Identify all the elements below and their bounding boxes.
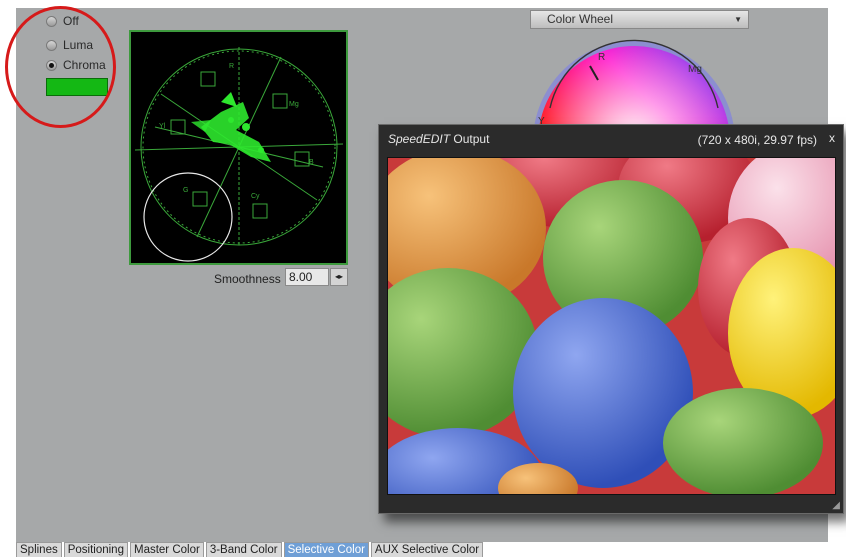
scope-target-box <box>170 119 186 135</box>
color-wheel[interactable]: R Mg Y <box>530 38 746 130</box>
balloon-blue-center <box>513 298 693 488</box>
scope-label-mg: Mg <box>289 101 299 108</box>
smoothness-label: Smoothness <box>214 272 281 286</box>
scope-label-b: B <box>309 159 314 166</box>
output-title-app: SpeedEDIT <box>388 132 451 146</box>
resize-grip-icon[interactable]: ◢ <box>832 500 840 511</box>
annotation-red-circle <box>5 6 116 128</box>
output-window-title: SpeedEDIT Output <box>388 132 489 146</box>
chevron-down-icon: ▼ <box>734 15 742 24</box>
output-window[interactable]: SpeedEDIT Output (720 x 480i, 29.97 fps)… <box>378 124 844 514</box>
wheel-label-mg: Mg <box>688 64 702 75</box>
scope-target-box <box>192 191 208 207</box>
scope-label-g: G <box>183 187 188 194</box>
color-wheel-graphic: R Mg Y <box>533 39 735 130</box>
scope-target-box <box>200 71 216 87</box>
balloon-green-bottom <box>663 388 823 494</box>
video-frame <box>387 157 836 495</box>
scope-target-box <box>272 93 288 109</box>
wheel-saturation <box>538 46 730 130</box>
scope-label-cy: Cy <box>251 193 260 200</box>
output-title-rest: Output <box>450 132 490 146</box>
balloons-image <box>388 158 835 494</box>
scope-label-r: R <box>229 63 234 70</box>
smoothness-spinner-icon[interactable]: ◂▸ <box>330 268 348 286</box>
smoothness-input[interactable]: 8.00 <box>285 268 329 286</box>
scope-chroma-trace <box>191 92 271 162</box>
wheel-label-r: R <box>598 52 605 63</box>
output-resolution: (720 x 480i, 29.97 fps) <box>697 133 817 147</box>
color-mode-dropdown[interactable]: Color Wheel ▼ <box>530 10 749 29</box>
vectorscope-graphic: R Mg B Cy G Yl <box>134 47 344 262</box>
scope-target-box <box>294 151 310 167</box>
dropdown-value: Color Wheel <box>547 12 614 26</box>
vectorscope[interactable]: R Mg B Cy G Yl <box>129 30 348 265</box>
close-icon[interactable]: x <box>829 131 835 145</box>
scope-target-box <box>252 203 268 219</box>
scope-label-yl: Yl <box>159 123 166 130</box>
